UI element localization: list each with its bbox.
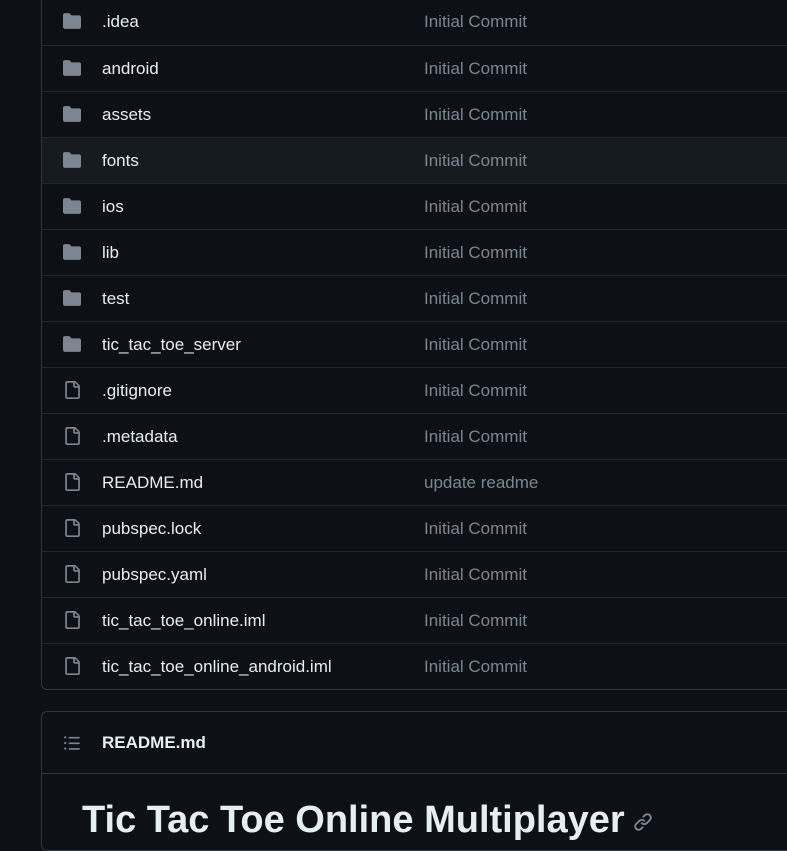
list-unordered-icon[interactable] — [63, 734, 81, 752]
file-name-link[interactable]: ios — [102, 196, 124, 218]
file-row[interactable]: android Initial Commit — [42, 45, 787, 91]
file-row[interactable]: tic_tac_toe_online_android.iml Initial Co… — [42, 643, 787, 689]
file-row[interactable]: assets Initial Commit — [42, 91, 787, 137]
file-row[interactable]: ios Initial Commit — [42, 183, 787, 229]
file-name-link[interactable]: assets — [102, 104, 151, 126]
folder-icon — [63, 244, 81, 260]
commit-message-link[interactable]: Initial Commit — [424, 104, 527, 126]
file-icon — [65, 519, 80, 537]
commit-message-link[interactable]: Initial Commit — [424, 150, 527, 172]
file-name-link[interactable]: tic_tac_toe_server — [102, 334, 241, 356]
link-icon[interactable] — [633, 812, 653, 832]
commit-message-link[interactable]: Initial Commit — [424, 334, 527, 356]
folder-icon — [63, 336, 81, 352]
file-name-link[interactable]: fonts — [102, 150, 139, 172]
file-row[interactable]: lib Initial Commit — [42, 229, 787, 275]
folder-icon — [63, 152, 81, 168]
file-row[interactable]: fonts Initial Commit — [42, 137, 787, 183]
file-row[interactable]: .metadata Initial Commit — [42, 413, 787, 459]
commit-message-link[interactable]: Initial Commit — [424, 58, 527, 80]
file-name-link[interactable]: README.md — [102, 472, 203, 494]
file-name-link[interactable]: tic_tac_toe_online.iml — [102, 610, 265, 632]
folder-icon — [63, 290, 81, 306]
file-name-link[interactable]: .gitignore — [102, 380, 172, 402]
file-name-link[interactable]: pubspec.lock — [102, 518, 201, 540]
file-icon — [65, 657, 80, 675]
readme-heading-text: Tic Tac Toe Online Multiplayer — [82, 799, 625, 841]
file-icon — [65, 611, 80, 629]
file-name-link[interactable]: tic_tac_toe_online_android.iml — [102, 656, 332, 678]
file-row[interactable]: test Initial Commit — [42, 275, 787, 321]
folder-icon — [63, 13, 81, 29]
commit-message-link[interactable]: Initial Commit — [424, 656, 527, 678]
file-name-link[interactable]: test — [102, 288, 129, 310]
commit-message-link[interactable]: Initial Commit — [424, 11, 527, 33]
commit-message-link[interactable]: Initial Commit — [424, 242, 527, 264]
file-icon — [65, 565, 80, 583]
file-name-link[interactable]: .metadata — [102, 426, 178, 448]
folder-icon — [63, 106, 81, 122]
file-row[interactable]: tic_tac_toe_server Initial Commit — [42, 321, 787, 367]
file-name-link[interactable]: .idea — [102, 11, 139, 33]
readme-header: README.md — [42, 712, 787, 774]
file-name-link[interactable]: pubspec.yaml — [102, 564, 207, 586]
commit-message-link[interactable]: Initial Commit — [424, 610, 527, 632]
commit-message-link[interactable]: Initial Commit — [424, 518, 527, 540]
commit-message-link[interactable]: Initial Commit — [424, 380, 527, 402]
folder-icon — [63, 198, 81, 214]
commit-message-link[interactable]: Initial Commit — [424, 288, 527, 310]
file-icon — [65, 381, 80, 399]
file-row[interactable]: .gitignore Initial Commit — [42, 367, 787, 413]
file-icon — [65, 427, 80, 445]
file-name-link[interactable]: android — [102, 58, 159, 80]
commit-message-link[interactable]: Initial Commit — [424, 564, 527, 586]
file-icon — [65, 473, 80, 491]
file-row[interactable]: .idea Initial Commit — [42, 0, 787, 45]
file-row[interactable]: tic_tac_toe_online.iml Initial Commit — [42, 597, 787, 643]
file-row[interactable]: pubspec.lock Initial Commit — [42, 505, 787, 551]
file-table: .idea Initial Commit android Initial Commit… — [41, 0, 787, 690]
file-row[interactable]: README.md update readme — [42, 459, 787, 505]
file-row[interactable]: pubspec.yaml Initial Commit — [42, 551, 787, 597]
commit-message-link[interactable]: Initial Commit — [424, 196, 527, 218]
readme-panel: README.md Tic Tac Toe Online Multiplayer — [41, 711, 787, 851]
folder-icon — [63, 60, 81, 76]
commit-message-link[interactable]: Initial Commit — [424, 426, 527, 448]
commit-message-link[interactable]: update readme — [424, 472, 538, 494]
file-name-link[interactable]: lib — [102, 242, 119, 264]
readme-title[interactable]: README.md — [102, 732, 206, 754]
readme-heading: Tic Tac Toe Online Multiplayer — [82, 796, 653, 844]
